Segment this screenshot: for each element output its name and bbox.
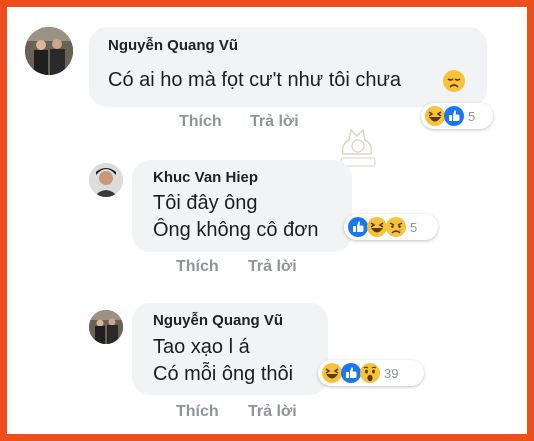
comment-text: Tao xạo l á — [153, 336, 250, 358]
reply-link[interactable]: Trả lời — [248, 258, 297, 276]
wow-reaction-icon — [359, 362, 381, 384]
like-link[interactable]: Thích — [179, 113, 222, 131]
like-link[interactable]: Thích — [176, 258, 219, 276]
comment-author[interactable]: Nguyễn Quang Vũ — [153, 312, 283, 329]
avatar[interactable] — [89, 310, 123, 344]
reaction-count: 5 — [468, 108, 476, 124]
like-reaction-icon — [443, 105, 465, 127]
comment-text: Có ai ho mà fọt cư't như tôi chưa — [108, 69, 402, 91]
comment-author[interactable]: Khuc Van Hiep — [153, 169, 258, 186]
reaction-summary[interactable]: 5 — [344, 214, 438, 240]
comment-author[interactable]: Nguyễn Quang Vũ — [108, 37, 238, 54]
like-link[interactable]: Thích — [176, 403, 219, 421]
reply-link[interactable]: Trả lời — [250, 113, 299, 131]
comment-thread: Nguyễn Quang Vũ Có ai ho mà fọt cư't như… — [7, 7, 527, 434]
reaction-summary[interactable]: 39 — [318, 360, 424, 386]
avatar[interactable] — [25, 27, 73, 75]
reaction-summary[interactable]: 5 — [421, 103, 493, 129]
avatar[interactable] — [89, 163, 123, 197]
reply-link[interactable]: Trả lời — [248, 403, 297, 421]
reaction-count: 5 — [410, 219, 418, 235]
sad-reaction-icon — [385, 216, 407, 238]
comment-text: Ông không cô đơn — [153, 219, 319, 241]
comment-text: Tôi đây ông — [153, 192, 258, 214]
comment-text: Có mỗi ông thôi — [153, 363, 294, 385]
orange-frame: Nguyễn Quang Vũ Có ai ho mà fọt cư't như… — [0, 0, 534, 441]
disappointed-face-icon — [442, 69, 466, 93]
reaction-count: 39 — [384, 365, 399, 381]
